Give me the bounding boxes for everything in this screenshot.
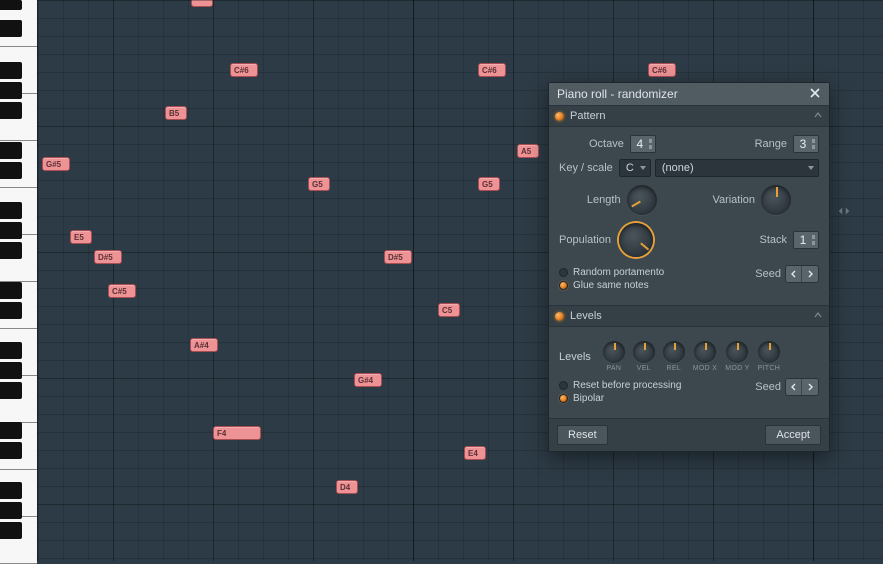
note[interactable]: G5: [308, 177, 330, 191]
chevron-up-icon[interactable]: [813, 310, 823, 323]
levels-section: Levels PAN VEL REL MOD X MOD Y PITCH Res…: [549, 327, 829, 418]
note[interactable]: D#5: [94, 250, 122, 264]
led-icon[interactable]: [555, 112, 564, 121]
reset-before-toggle[interactable]: Reset before processing: [559, 380, 681, 391]
knob-caption: MOD X: [693, 365, 717, 372]
range-stepper[interactable]: 3: [793, 135, 819, 153]
note[interactable]: C#6: [648, 63, 676, 77]
variation-label: Variation: [712, 194, 755, 206]
chevron-up-icon[interactable]: [813, 110, 823, 123]
note[interactable]: G5: [478, 177, 500, 191]
stack-stepper[interactable]: 1: [793, 231, 819, 249]
rel-knob[interactable]: [663, 341, 685, 363]
randomizer-dialog: Piano roll - randomizer Pattern Octave 4…: [548, 82, 830, 452]
dialog-footer: Reset Accept: [549, 418, 829, 451]
population-label: Population: [559, 234, 611, 246]
section-label: Levels: [570, 310, 602, 322]
bipolar-toggle[interactable]: Bipolar: [559, 393, 681, 404]
section-label: Pattern: [570, 110, 605, 122]
pattern-seed-stepper: [785, 265, 819, 283]
note[interactable]: E5: [70, 230, 92, 244]
note[interactable]: D#5: [384, 250, 412, 264]
note[interactable]: C5: [438, 303, 460, 317]
keyscale-label: Key / scale: [559, 162, 613, 174]
close-icon[interactable]: [809, 87, 823, 101]
radio-off-icon: [559, 268, 568, 277]
note[interactable]: C#5: [108, 284, 136, 298]
pitch-knob[interactable]: [758, 341, 780, 363]
knob-caption: MOD Y: [725, 365, 749, 372]
led-icon[interactable]: [555, 312, 564, 321]
octave-label: Octave: [589, 138, 624, 150]
pan-knob[interactable]: [603, 341, 625, 363]
pattern-section: Octave 4 Range 3 Key / scale C (none) Le…: [549, 127, 829, 305]
dialog-titlebar[interactable]: Piano roll - randomizer: [549, 83, 829, 105]
seed-next-button[interactable]: [802, 379, 818, 395]
radio-off-icon: [559, 381, 568, 390]
glue-same-notes-toggle[interactable]: Glue same notes: [559, 280, 664, 291]
seed-label: Seed: [755, 268, 781, 280]
accept-button[interactable]: Accept: [765, 425, 821, 445]
seed-prev-button[interactable]: [786, 379, 802, 395]
modx-knob[interactable]: [694, 341, 716, 363]
radio-on-icon: [559, 281, 568, 290]
key-dropdown[interactable]: C: [619, 159, 651, 177]
levels-field-label: Levels: [559, 351, 591, 363]
knob-caption: PITCH: [758, 365, 781, 372]
note[interactable]: [191, 0, 213, 7]
reset-button[interactable]: Reset: [557, 425, 608, 445]
mody-knob[interactable]: [726, 341, 748, 363]
note[interactable]: E4: [464, 446, 486, 460]
seed-prev-button[interactable]: [786, 266, 802, 282]
note[interactable]: C#6: [478, 63, 506, 77]
section-header-levels[interactable]: Levels: [549, 305, 829, 327]
note[interactable]: G#4: [354, 373, 382, 387]
scale-dropdown[interactable]: (none): [655, 159, 819, 177]
seed-next-button[interactable]: [802, 266, 818, 282]
knob-caption: REL: [667, 365, 682, 372]
variation-knob[interactable]: [761, 185, 791, 215]
stack-label: Stack: [759, 234, 787, 246]
vel-knob[interactable]: [633, 341, 655, 363]
range-label: Range: [755, 138, 787, 150]
population-knob[interactable]: [619, 223, 653, 257]
note[interactable]: B5: [165, 106, 187, 120]
note[interactable]: C#6: [230, 63, 258, 77]
seed-label: Seed: [755, 381, 781, 393]
knob-caption: PAN: [606, 365, 621, 372]
note[interactable]: G#5: [42, 157, 70, 171]
random-portamento-toggle[interactable]: Random portamento: [559, 267, 664, 278]
note[interactable]: D4: [336, 480, 358, 494]
knob-caption: VEL: [637, 365, 651, 372]
horizontal-resize-icon[interactable]: [837, 204, 851, 218]
octave-stepper[interactable]: 4: [630, 135, 656, 153]
length-label: Length: [587, 194, 621, 206]
note[interactable]: A5: [517, 144, 539, 158]
note[interactable]: F4: [213, 426, 261, 440]
length-knob[interactable]: [627, 185, 657, 215]
levels-seed-stepper: [785, 378, 819, 396]
radio-on-icon: [559, 394, 568, 403]
section-header-pattern[interactable]: Pattern: [549, 105, 829, 127]
dialog-title: Piano roll - randomizer: [557, 87, 678, 101]
piano-keyboard[interactable]: [0, 0, 38, 561]
note[interactable]: A#4: [190, 338, 218, 352]
